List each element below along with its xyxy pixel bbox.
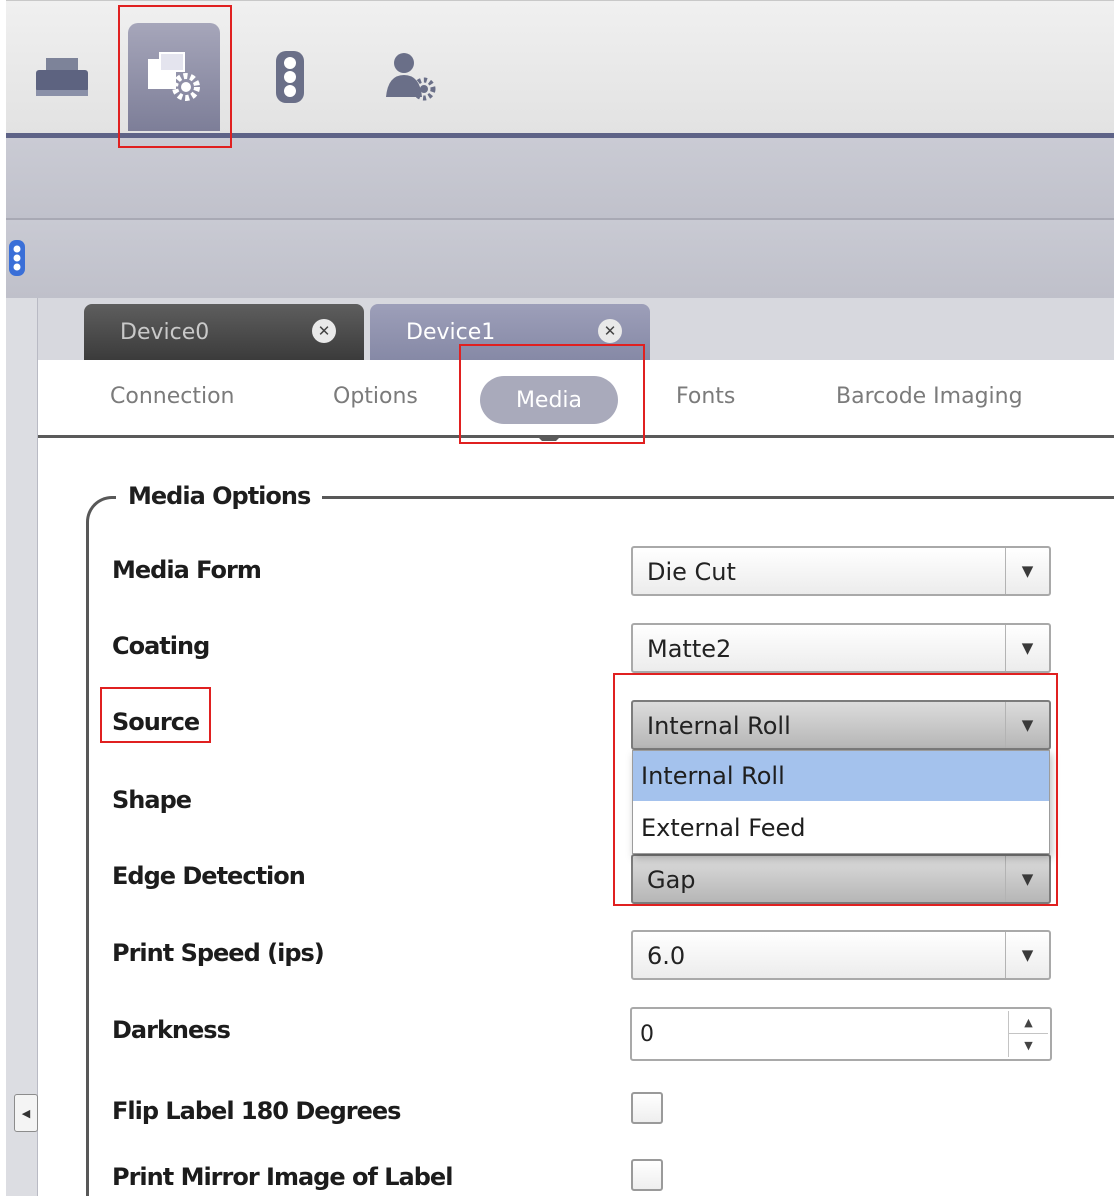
spinner-value: 0 [640,1022,654,1047]
print-speed-label: Print Speed (ips) [112,939,325,967]
left-rail [6,298,38,1196]
collapse-panel-button[interactable]: ◀ [14,1094,38,1132]
tab-connection[interactable]: Connection [110,384,234,409]
shape-label: Shape [112,786,192,814]
print-mirror-checkbox[interactable] [631,1159,663,1191]
tab-options[interactable]: Options [333,384,418,409]
print-speed-select[interactable]: 6.0 ▼ [631,930,1051,980]
media-form-label: Media Form [112,556,262,584]
chevron-down-icon[interactable]: ▼ [1009,1034,1048,1057]
status-mini-icon[interactable] [7,238,27,282]
tab-label: Device1 [406,319,496,345]
highlight-box-source-dropdown [613,673,1058,906]
tab-device0[interactable]: Device0 ✕ [84,304,364,360]
highlight-box-source-label [100,687,211,743]
darkness-spinner[interactable]: 0 ▲ ▼ [630,1007,1052,1061]
printer-icon [36,58,88,96]
spinner-buttons: ▲ ▼ [1008,1011,1048,1057]
close-icon[interactable]: ✕ [312,319,336,343]
tab-barcode-imaging[interactable]: Barcode Imaging [836,384,1023,409]
user-settings-button[interactable] [364,23,456,131]
highlight-box-toolbar [118,5,232,148]
chevron-down-icon[interactable]: ▼ [1005,548,1049,594]
print-mirror-label: Print Mirror Image of Label [112,1163,453,1191]
flip-label-label: Flip Label 180 Degrees [112,1097,401,1125]
coating-select[interactable]: Matte2 ▼ [631,623,1051,673]
select-value: Die Cut [647,558,736,586]
tab-fonts[interactable]: Fonts [676,384,735,409]
group-title: Media Options [116,482,323,510]
subheader-band [6,220,1114,298]
flip-label-checkbox[interactable] [631,1092,663,1124]
coating-label: Coating [112,632,210,660]
printer-button[interactable] [16,23,108,131]
status-button[interactable] [244,23,336,131]
highlight-box-media-tab [459,344,645,444]
darkness-label: Darkness [112,1016,231,1044]
media-form-select[interactable]: Die Cut ▼ [631,546,1051,596]
user-settings-icon [386,53,436,101]
close-icon[interactable]: ✕ [598,319,622,343]
select-value: Matte2 [647,635,732,663]
header-band [6,138,1114,220]
tab-label: Device0 [120,319,210,345]
select-value: 6.0 [647,942,686,970]
chevron-down-icon[interactable]: ▼ [1005,932,1049,978]
chevron-down-icon[interactable]: ▼ [1005,625,1049,671]
chevron-left-icon: ◀ [21,1106,31,1120]
edge-detection-label: Edge Detection [112,862,306,890]
chevron-up-icon[interactable]: ▲ [1009,1011,1048,1034]
traffic-light-icon [276,51,304,103]
